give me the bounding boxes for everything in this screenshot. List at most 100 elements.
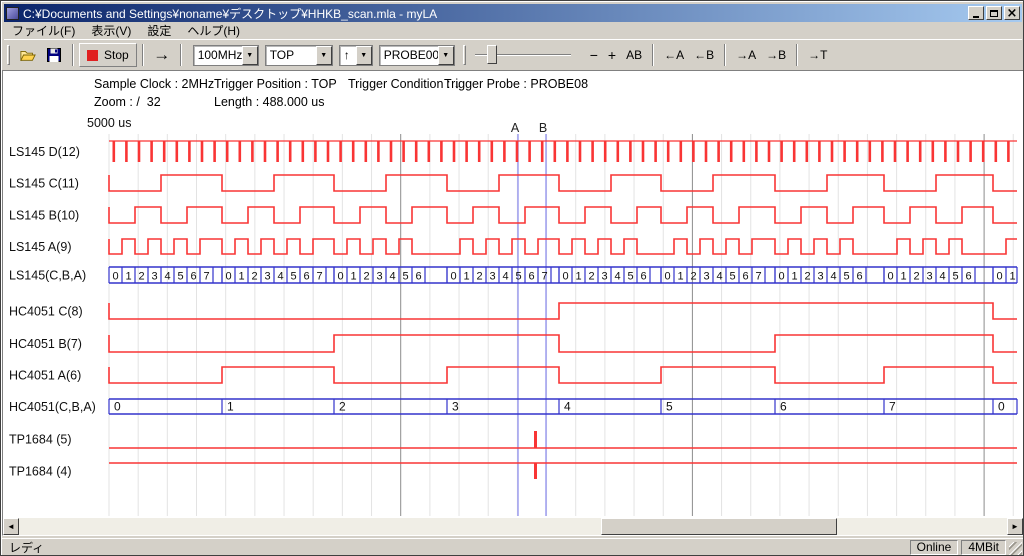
svg-text:0: 0	[996, 271, 1002, 283]
channel-label-hc4051-b-7: HC4051 B(7)	[9, 337, 82, 351]
menu-help[interactable]: ヘルプ(H)	[179, 21, 248, 40]
toolbar-grip	[463, 45, 466, 65]
trace-tp1684-5	[109, 431, 1017, 448]
zoom-out-button[interactable]: −	[585, 43, 603, 67]
forward-cursor-b-button[interactable]: →B	[761, 43, 791, 67]
goto-trigger-button[interactable]: →T	[803, 43, 832, 67]
svg-text:6: 6	[190, 271, 196, 283]
close-button[interactable]: ×	[1004, 6, 1020, 20]
probe-select[interactable]: PROBE00 ▼	[379, 45, 455, 66]
trigger-edge-value: ↑	[340, 48, 356, 62]
status-online: Online	[910, 540, 959, 555]
channel-label-ls145-c-b-a: LS145(C,B,A)	[9, 269, 86, 283]
run-button[interactable]: →	[149, 43, 175, 67]
toolbar-separator	[796, 44, 798, 66]
svg-text:1: 1	[125, 271, 131, 283]
app-icon	[6, 7, 19, 20]
scroll-right-button[interactable]: ►	[1007, 518, 1023, 535]
info-sample-clock: Sample Clock : 2MHz	[94, 77, 214, 91]
svg-text:1: 1	[1009, 271, 1015, 283]
svg-text:4: 4	[389, 271, 395, 283]
close-icon: ×	[1007, 8, 1018, 19]
svg-text:3: 3	[452, 400, 459, 414]
svg-text:1: 1	[350, 271, 356, 283]
svg-text:5: 5	[290, 271, 296, 283]
channel-label-tp1684-5: TP1684 (5)	[9, 433, 72, 447]
svg-text:6: 6	[415, 271, 421, 283]
toolbar-grip	[7, 45, 10, 65]
run-arrow-icon: →	[153, 45, 170, 65]
svg-text:4: 4	[277, 271, 283, 283]
trigger-edge-dropdown-button[interactable]: ▼	[356, 46, 372, 65]
svg-text:2: 2	[804, 271, 810, 283]
trigger-position-select[interactable]: TOP ▼	[265, 45, 333, 66]
svg-text:6: 6	[528, 271, 534, 283]
sample-clock-value: 100MHz	[194, 48, 242, 62]
svg-text:5: 5	[666, 400, 673, 414]
zoom-slider-thumb[interactable]	[487, 45, 497, 64]
trace-ls145-b-10	[109, 207, 1017, 223]
menu-file[interactable]: ファイル(F)	[4, 21, 83, 40]
sample-clock-dropdown-button[interactable]: ▼	[242, 46, 258, 65]
stop-button[interactable]: Stop	[79, 43, 137, 67]
probe-value: PROBE00	[380, 48, 438, 62]
trigger-edge-select[interactable]: ↑ ▼	[339, 45, 373, 66]
horizontal-scrollbar[interactable]: ◄ ►	[3, 518, 1023, 535]
menu-view[interactable]: 表示(V)	[83, 21, 139, 40]
waveform-view[interactable]: Sample Clock : 2MHz Trigger Position : T…	[3, 71, 1023, 518]
sample-clock-select[interactable]: 100MHz ▼	[193, 45, 259, 66]
scrollbar-thumb[interactable]	[601, 518, 837, 535]
svg-text:5000 us: 5000 us	[87, 116, 131, 130]
info-zoom: Zoom : / 32	[94, 95, 161, 109]
cursor-layer[interactable]	[518, 134, 546, 516]
goto-cursor-a-button[interactable]: ←A	[659, 43, 689, 67]
open-folder-icon	[20, 48, 36, 62]
open-file-button[interactable]	[15, 43, 41, 67]
client-area: Sample Clock : 2MHz Trigger Position : T…	[2, 70, 1024, 536]
status-message: レディ	[2, 539, 910, 556]
maximize-button[interactable]	[986, 6, 1002, 20]
scroll-left-icon: ◄	[7, 522, 15, 531]
svg-text:6: 6	[303, 271, 309, 283]
toolbar-separator	[72, 44, 74, 66]
waveform-canvas: 5000 usLS145 D(12)LS145 C(11)LS145 B(10)…	[3, 111, 1023, 518]
svg-text:6: 6	[780, 400, 787, 414]
toolbar-separator	[724, 44, 726, 66]
channel-label-ls145-b-10: LS145 B(10)	[9, 209, 79, 223]
window-title: C:¥Documents and Settings¥noname¥デスクトップ¥…	[23, 5, 966, 22]
svg-text:4: 4	[939, 271, 945, 283]
svg-text:3: 3	[489, 271, 495, 283]
svg-text:4: 4	[830, 271, 836, 283]
toolbar: Stop → 100MHz ▼ TOP ▼ ↑ ▼ PROBE00 ▼ − +	[4, 39, 1022, 70]
channel-label-ls145-d-12: LS145 D(12)	[9, 145, 80, 159]
svg-text:3: 3	[151, 271, 157, 283]
minimize-button[interactable]	[968, 6, 984, 20]
chevron-down-icon: ▼	[320, 52, 327, 59]
svg-text:4: 4	[614, 271, 620, 283]
zoom-in-button[interactable]: +	[603, 43, 621, 67]
zoom-slider[interactable]	[473, 43, 573, 67]
chevron-down-icon: ▼	[442, 52, 449, 59]
ab-cursor-button[interactable]: AB	[621, 43, 647, 67]
toolbar-separator	[142, 44, 144, 66]
scroll-left-button[interactable]: ◄	[3, 518, 19, 535]
trigger-position-dropdown-button[interactable]: ▼	[316, 46, 332, 65]
svg-text:4: 4	[164, 271, 170, 283]
forward-cursor-a-button[interactable]: →A	[731, 43, 761, 67]
channel-label-hc4051-c-8: HC4051 C(8)	[9, 305, 83, 319]
goto-cursor-b-button[interactable]: ←B	[689, 43, 719, 67]
menu-settings[interactable]: 設定	[139, 21, 179, 40]
resize-grip[interactable]	[1009, 542, 1022, 555]
status-bar: レディ Online 4MBit	[2, 538, 1024, 555]
cursor-labels: AB	[511, 121, 547, 135]
svg-text:2: 2	[690, 271, 696, 283]
svg-text:5: 5	[729, 271, 735, 283]
title-bar[interactable]: C:¥Documents and Settings¥noname¥デスクトップ¥…	[4, 4, 1022, 22]
save-button[interactable]	[41, 43, 67, 67]
trace-hc4051-c-b-a: 012345670	[109, 399, 1017, 414]
trace-ls145-d-12	[109, 141, 1017, 162]
svg-text:3: 3	[601, 271, 607, 283]
probe-dropdown-button[interactable]: ▼	[438, 46, 454, 65]
stop-label: Stop	[104, 48, 129, 62]
svg-text:0: 0	[337, 271, 343, 283]
